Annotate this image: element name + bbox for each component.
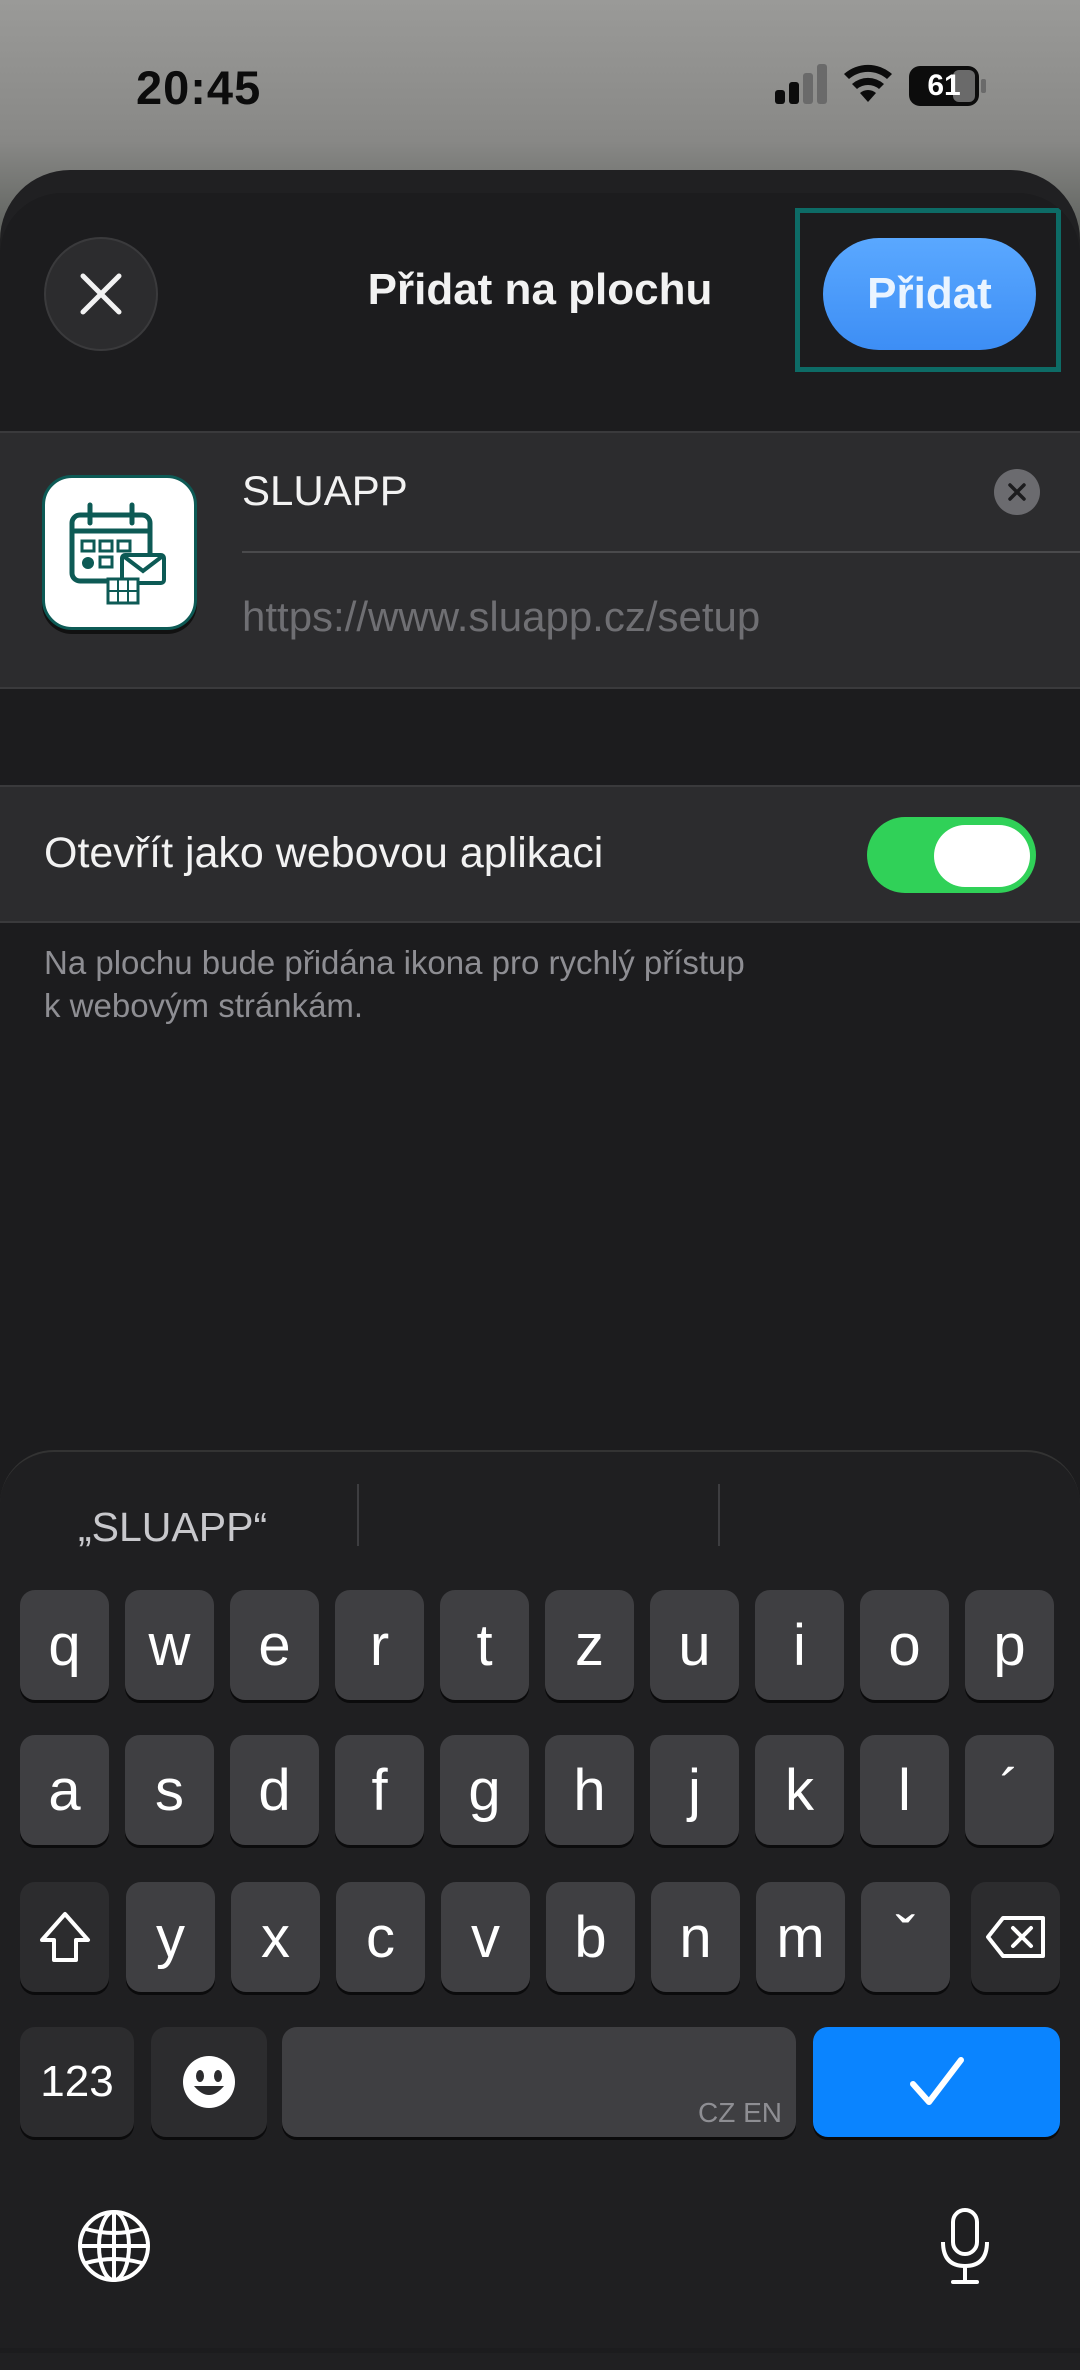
web-app-row: Otevřít jako webovou aplikaci — [0, 785, 1080, 923]
key-row3-5[interactable]: b — [546, 1882, 635, 1992]
key-row2-2[interactable]: s — [125, 1735, 214, 1845]
key-row1-7[interactable]: u — [650, 1590, 739, 1700]
microphone-icon — [941, 2208, 989, 2284]
done-key[interactable] — [813, 2027, 1060, 2137]
app-info-card: SLUAPP https://www.sluapp.cz/setup — [0, 431, 1080, 689]
key-row1-9[interactable]: o — [860, 1590, 949, 1700]
toggle-knob — [934, 825, 1030, 887]
keyboard: „SLUAPP“ qwertzuiop a s d f g h j k l ´ yxcvbnmˇ … — [0, 1450, 1080, 2348]
key-row3-1[interactable]: y — [126, 1882, 215, 1992]
key-row3-2[interactable]: x — [231, 1882, 320, 1992]
key-row1-3[interactable]: e — [230, 1590, 319, 1700]
key-row2-6[interactable]: h — [545, 1735, 634, 1845]
key-row1-8[interactable]: i — [755, 1590, 844, 1700]
shift-key[interactable] — [20, 1882, 109, 1992]
key-row3-3[interactable]: c — [336, 1882, 425, 1992]
emoji-icon — [183, 2056, 235, 2108]
key-row2-1[interactable]: a — [20, 1735, 109, 1845]
clear-text-icon — [1008, 483, 1026, 501]
key-row1-10[interactable]: p — [965, 1590, 1054, 1700]
key-row1-5[interactable]: t — [440, 1590, 529, 1700]
battery-level: 61 — [927, 69, 961, 102]
key-row1-2[interactable]: w — [125, 1590, 214, 1700]
key-row3-6[interactable]: n — [651, 1882, 740, 1992]
hint-line-2: k webovým stránkám. — [44, 987, 364, 1024]
emoji-key[interactable] — [151, 2027, 267, 2137]
numbers-key[interactable]: 123 — [20, 2027, 134, 2137]
key-row3-4[interactable]: v — [441, 1882, 530, 1992]
suggestion-divider — [357, 1484, 359, 1546]
status-time: 20:45 — [136, 61, 262, 114]
web-app-label: Otevřít jako webovou aplikaci — [44, 829, 604, 877]
key-row2-9[interactable]: l — [860, 1735, 949, 1845]
key-row2-7[interactable]: j — [650, 1735, 739, 1845]
globe-button[interactable] — [74, 2206, 154, 2286]
suggestion-divider — [718, 1484, 720, 1546]
calendar-mail-icon — [42, 475, 197, 630]
app-name-field[interactable]: SLUAPP — [242, 433, 1080, 553]
space-language: CZ EN — [698, 2097, 782, 2128]
key-row1-6[interactable]: z — [545, 1590, 634, 1700]
suggestion-item[interactable]: „SLUAPP“ — [78, 1452, 267, 1602]
key-row3-7[interactable]: m — [756, 1882, 845, 1992]
key-row2-10[interactable]: ´ — [965, 1735, 1054, 1845]
checkmark-icon — [909, 2057, 964, 2105]
key-row3-8[interactable]: ˇ — [861, 1882, 950, 1992]
hint-text: Na plochu bude přidána ikona pro rychlý … — [44, 941, 944, 1027]
delete-key[interactable] — [971, 1882, 1060, 1992]
key-row1-1[interactable]: q — [20, 1590, 109, 1700]
app-name-value: SLUAPP — [242, 467, 408, 514]
globe-icon — [78, 2210, 150, 2282]
space-key[interactable]: CZ EN — [282, 2027, 796, 2137]
key-row2-5[interactable]: g — [440, 1735, 529, 1845]
shift-icon — [39, 1912, 90, 1962]
hint-line-1: Na plochu bude přidána ikona pro rychlý … — [44, 944, 745, 981]
key-row2-3[interactable]: d — [230, 1735, 319, 1845]
cellular-signal-icon — [775, 64, 827, 104]
microphone-button[interactable] — [925, 2206, 1005, 2286]
key-row2-8[interactable]: k — [755, 1735, 844, 1845]
add-button[interactable]: Přidat — [823, 238, 1036, 350]
wifi-icon — [844, 64, 892, 102]
app-url: https://www.sluapp.cz/setup — [242, 593, 761, 640]
backspace-icon — [985, 1916, 1045, 1958]
clear-text-button[interactable] — [994, 469, 1040, 515]
key-row2-4[interactable]: f — [335, 1735, 424, 1845]
status-bar: 20:45 61 — [0, 0, 1080, 175]
key-row1-4[interactable]: r — [335, 1590, 424, 1700]
